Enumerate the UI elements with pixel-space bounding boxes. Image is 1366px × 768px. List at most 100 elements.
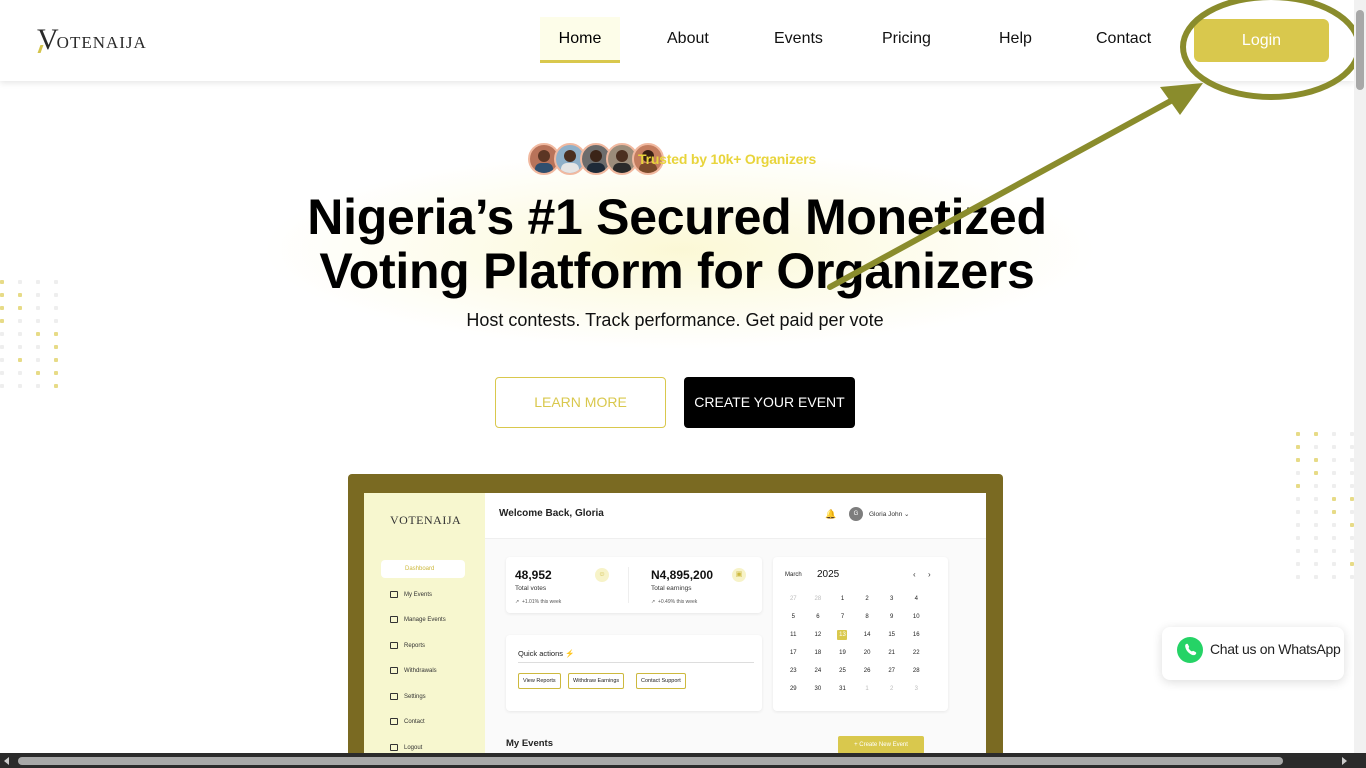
settings-icon (390, 693, 398, 700)
calendar-day: 1 (865, 686, 869, 692)
calendar-day: 21 (888, 650, 896, 656)
login-button[interactable]: Login (1194, 19, 1329, 62)
preview-my-events: My Events (506, 738, 553, 749)
calendar-day: 9 (890, 614, 894, 620)
total-votes-label: Total votes (515, 585, 547, 592)
withdrawals-icon (390, 667, 398, 674)
vertical-scroll-thumb[interactable] (1356, 10, 1364, 90)
calendar-day: 30 (814, 686, 822, 692)
calendar-day: 12 (814, 632, 822, 638)
calendar-day: 27 (888, 668, 896, 674)
total-earnings-value: N4,895,200 (651, 568, 714, 582)
calendar-day: 31 (839, 686, 846, 692)
votes-icon: ☺ (595, 568, 609, 582)
preview-sidebar-item: Reports (390, 642, 425, 649)
right-dot-pattern (1296, 432, 1354, 579)
preview-topbar: Welcome Back, Gloria 🔔 G Gloria John ⌄ (485, 493, 986, 539)
hero-headline-line2: Voting Platform for Organizers (319, 243, 1035, 299)
calendar-day: 19 (839, 650, 846, 656)
bell-icon: 🔔 (825, 509, 837, 519)
calendar-day: 3 (890, 596, 894, 602)
calendar-day: 8 (865, 614, 869, 620)
annotation-arrow-head (1160, 83, 1203, 115)
calendar-day: 11 (790, 632, 797, 638)
total-votes-trend: ↗ +1.01% this week (515, 599, 562, 605)
calendar-day: 17 (789, 650, 797, 656)
preview-main: Welcome Back, Gloria 🔔 G Gloria John ⌄ 4… (485, 493, 986, 768)
calendar-day: 2 (890, 686, 894, 692)
horizontal-scroll-thumb[interactable] (18, 757, 1283, 765)
nav-home[interactable]: Home (540, 17, 620, 63)
preview-sidebar-item: Settings (390, 693, 426, 700)
whatsapp-icon (1177, 637, 1203, 663)
calendar-month: March (785, 572, 802, 578)
chevron-right-icon: › (928, 570, 931, 579)
calendar-day: 5 (791, 614, 795, 620)
whatsapp-label: Chat us on WhatsApp (1210, 641, 1341, 657)
top-navbar: V OTENAIJA Home About Events Pricing Hel… (0, 0, 1354, 81)
trusted-badge: Trusted by 10k+ Organizers (638, 151, 817, 167)
preview-sidebar-item: Contact (390, 718, 425, 725)
calendar-day: 28 (912, 668, 920, 674)
nav-help[interactable]: Help (999, 30, 1032, 48)
whatsapp-chat-widget[interactable]: Chat us on WhatsApp (1162, 627, 1344, 680)
calendar-day: 23 (789, 668, 797, 674)
nav-about[interactable]: About (667, 30, 709, 48)
preview-quick-actions: Quick actions ⚡ View Reports Withdraw Ea… (506, 635, 762, 711)
preview-create-new-event: + Create New Event (838, 736, 924, 754)
calendar-day: 18 (814, 650, 822, 656)
learn-more-button[interactable]: LEARN MORE (495, 377, 666, 428)
calendar-day: 27 (789, 596, 797, 602)
calendar-day: 4 (914, 596, 918, 602)
nav-pricing[interactable]: Pricing (882, 30, 931, 48)
manage-icon (390, 616, 398, 623)
votenaija-logo[interactable]: V OTENAIJA (37, 25, 147, 55)
preview-calendar: March 2025 ‹ › 27 28 1 2 3 4 5 6 7 8 9 10 11 12 13 14 15… (773, 557, 948, 711)
horizontal-scrollbar[interactable] (0, 753, 1366, 768)
nav-contact[interactable]: Contact (1096, 30, 1151, 48)
preview-welcome: Welcome Back, Gloria (499, 508, 604, 519)
preview-logo: VOTENAIJA (390, 513, 462, 527)
preview-sidebar-item: Withdrawals (390, 667, 437, 674)
quick-actions-divider (518, 662, 754, 663)
calendar-day: 3 (914, 686, 918, 692)
hero-subtitle: Host contests. Track performance. Get pa… (466, 310, 884, 330)
create-event-button[interactable]: CREATE YOUR EVENT (684, 377, 855, 428)
phone-icon (390, 718, 398, 725)
calendar-day: 6 (816, 614, 820, 620)
hero-headline-line1: Nigeria’s #1 Secured Monetized (307, 189, 1047, 245)
stats-divider (628, 567, 629, 603)
calendar-day: 20 (863, 650, 871, 656)
vertical-scrollbar[interactable] (1354, 0, 1366, 768)
withdraw-earnings-chip: Withdraw Earnings (568, 673, 625, 689)
calendar-day: 25 (839, 668, 846, 674)
events-icon (390, 591, 398, 598)
calendar-day: 2 (865, 596, 869, 602)
calendar-day: 24 (814, 668, 822, 674)
nav-events[interactable]: Events (774, 30, 823, 48)
calendar-year: 2025 (817, 569, 840, 580)
scroll-right-arrow-icon[interactable] (1342, 757, 1347, 765)
calendar-day: 13 (837, 630, 848, 640)
chevron-left-icon: ‹ (913, 570, 916, 579)
calendar-grid: 27 28 1 2 3 4 5 6 7 8 9 10 11 12 13 14 15 16 17 18 19 20 21 22 2… (781, 594, 929, 694)
dashboard-preview-frame: VOTENAIJA Dashboard My Events Manage Eve… (348, 474, 1003, 768)
view-reports-chip: View Reports (518, 673, 561, 689)
total-earnings-trend: ↗ +0.49% this week (651, 599, 698, 605)
calendar-day: 10 (912, 614, 920, 620)
contact-support-chip: Contact Support (636, 673, 686, 689)
wallet-icon: ▣ (732, 568, 746, 582)
calendar-day: 29 (789, 686, 797, 692)
calendar-day: 14 (863, 632, 871, 638)
calendar-day: 22 (912, 650, 920, 656)
preview-sidebar-item: Manage Events (390, 616, 446, 623)
quick-actions-title: Quick actions ⚡ (518, 649, 575, 658)
calendar-day: 28 (814, 596, 822, 602)
preview-sidebar-dashboard: Dashboard (381, 560, 465, 578)
logout-icon (390, 744, 398, 751)
logo-text: OTENAIJA (56, 33, 147, 52)
reports-icon (390, 642, 398, 649)
calendar-day: 26 (863, 668, 871, 674)
scroll-left-arrow-icon[interactable] (4, 757, 9, 765)
left-dot-pattern (0, 280, 58, 388)
